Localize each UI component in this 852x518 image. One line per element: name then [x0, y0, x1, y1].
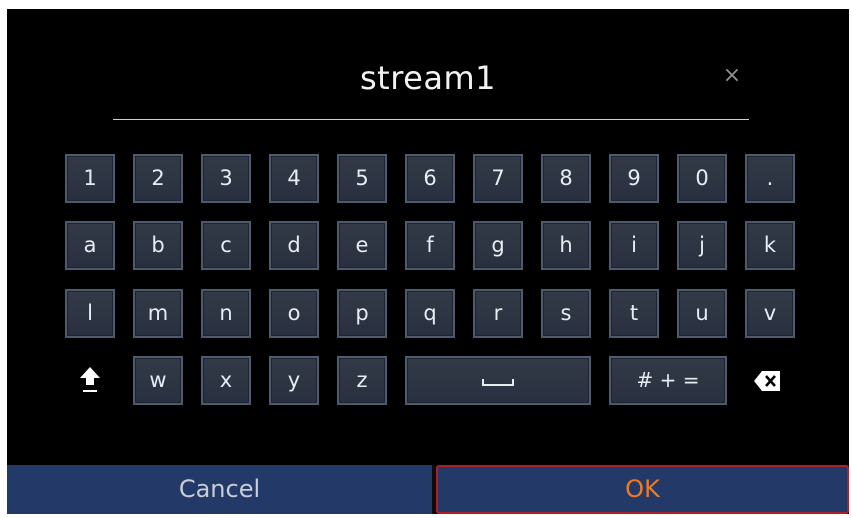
key-2[interactable]: 2 — [133, 154, 183, 203]
key-q[interactable]: q — [405, 289, 455, 338]
key-f[interactable]: f — [405, 221, 455, 270]
key-c[interactable]: c — [201, 221, 251, 270]
key-e[interactable]: e — [337, 221, 387, 270]
key-i[interactable]: i — [609, 221, 659, 270]
space-bar-icon — [482, 379, 514, 386]
key-b[interactable]: b — [133, 221, 183, 270]
key-v[interactable]: v — [745, 289, 795, 338]
backspace-key[interactable] — [747, 366, 787, 396]
key-j[interactable]: j — [677, 221, 727, 270]
cancel-button[interactable]: Cancel — [7, 465, 432, 514]
key-w[interactable]: w — [133, 356, 183, 405]
keyboard-panel: stream1 × 1 2 3 4 5 6 7 8 9 0 . a b c d … — [7, 9, 849, 514]
key-x[interactable]: x — [201, 356, 251, 405]
key-s[interactable]: s — [541, 289, 591, 338]
key-n[interactable]: n — [201, 289, 251, 338]
key-8[interactable]: 8 — [541, 154, 591, 203]
key-3[interactable]: 3 — [201, 154, 251, 203]
shift-key[interactable] — [69, 359, 111, 401]
key-t[interactable]: t — [609, 289, 659, 338]
key-1[interactable]: 1 — [65, 154, 115, 203]
input-underline — [113, 119, 749, 120]
key-m[interactable]: m — [133, 289, 183, 338]
symbols-key[interactable]: # + = — [609, 356, 727, 405]
clear-icon[interactable]: × — [721, 65, 743, 87]
key-u[interactable]: u — [677, 289, 727, 338]
key-o[interactable]: o — [269, 289, 319, 338]
key-y[interactable]: y — [269, 356, 319, 405]
key-7[interactable]: 7 — [473, 154, 523, 203]
key-4[interactable]: 4 — [269, 154, 319, 203]
backspace-icon — [754, 371, 780, 391]
key-6[interactable]: 6 — [405, 154, 455, 203]
key-l[interactable]: l — [65, 289, 115, 338]
key-g[interactable]: g — [473, 221, 523, 270]
key-h[interactable]: h — [541, 221, 591, 270]
key-9[interactable]: 9 — [609, 154, 659, 203]
key-r[interactable]: r — [473, 289, 523, 338]
key-period[interactable]: . — [745, 154, 795, 203]
ok-button[interactable]: OK — [436, 465, 849, 514]
shift-arrow-icon — [80, 367, 100, 392]
key-p[interactable]: p — [337, 289, 387, 338]
key-0[interactable]: 0 — [677, 154, 727, 203]
space-key[interactable] — [405, 356, 591, 405]
key-d[interactable]: d — [269, 221, 319, 270]
key-z[interactable]: z — [337, 356, 387, 405]
key-a[interactable]: a — [65, 221, 115, 270]
key-5[interactable]: 5 — [337, 154, 387, 203]
key-k[interactable]: k — [745, 221, 795, 270]
